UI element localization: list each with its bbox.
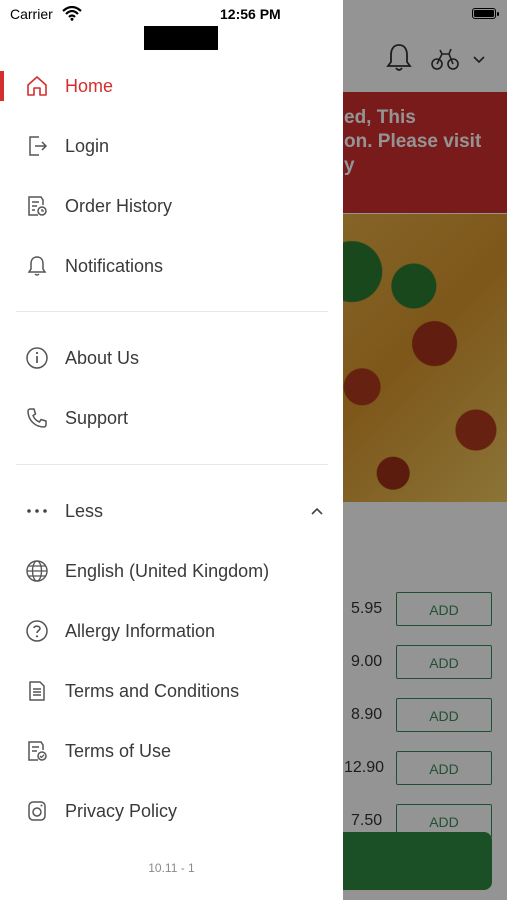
more-dots-icon — [24, 498, 50, 524]
document-check-icon — [24, 738, 50, 764]
privacy-icon — [24, 798, 50, 824]
menu-item-notifications[interactable]: Notifications — [0, 238, 343, 294]
menu-label: Less — [65, 500, 104, 521]
menu-item-order-history[interactable]: Order History — [0, 178, 343, 234]
document-icon — [24, 678, 50, 704]
menu-item-language[interactable]: English (United Kingdom) — [0, 543, 343, 599]
menu-label: Privacy Policy — [65, 800, 178, 821]
divider — [16, 464, 328, 465]
menu-label: English (United Kingdom) — [65, 560, 270, 581]
carrier-label: Carrier — [10, 6, 53, 22]
chevron-up-icon — [310, 504, 324, 518]
question-icon — [24, 618, 50, 644]
globe-icon — [24, 558, 50, 584]
menu-label: Terms and Conditions — [65, 680, 240, 701]
side-drawer: Home Login Order History Notifications A… — [0, 0, 343, 900]
menu-item-terms-conditions[interactable]: Terms and Conditions — [0, 663, 343, 719]
menu-label: Terms of Use — [65, 740, 172, 761]
menu-label: Notifications — [65, 255, 164, 276]
menu-label: Support — [65, 407, 129, 428]
bell-icon — [24, 253, 50, 279]
menu-label: About Us — [65, 347, 140, 368]
menu-item-allergy[interactable]: Allergy Information — [0, 603, 343, 659]
app-version: 10.11 - 1 — [148, 861, 195, 875]
phone-icon — [24, 405, 50, 431]
divider — [16, 311, 328, 312]
app-screen: ed, This on. Please visit y 5.95 ADD 9.0… — [0, 0, 507, 900]
order-history-icon — [24, 193, 50, 219]
menu-item-login[interactable]: Login — [0, 118, 343, 174]
login-icon — [24, 133, 50, 159]
menu-item-support[interactable]: Support — [0, 390, 343, 446]
menu-label: Order History — [65, 195, 173, 216]
battery-icon — [472, 8, 499, 19]
status-time: 12:56 PM — [220, 6, 281, 22]
info-icon — [24, 345, 50, 371]
menu-label: Login — [65, 135, 110, 156]
wifi-icon — [62, 6, 82, 21]
menu-label: Allergy Information — [65, 620, 216, 641]
menu-item-terms-use[interactable]: Terms of Use — [0, 723, 343, 779]
menu-item-about-us[interactable]: About Us — [0, 330, 343, 386]
home-icon — [24, 73, 50, 99]
status-bar: Carrier 12:56 PM — [0, 0, 507, 30]
menu-item-less[interactable]: Less — [0, 483, 343, 539]
menu-item-home[interactable]: Home — [0, 58, 343, 114]
menu-label: Home — [65, 75, 114, 96]
menu-item-privacy[interactable]: Privacy Policy — [0, 783, 343, 839]
